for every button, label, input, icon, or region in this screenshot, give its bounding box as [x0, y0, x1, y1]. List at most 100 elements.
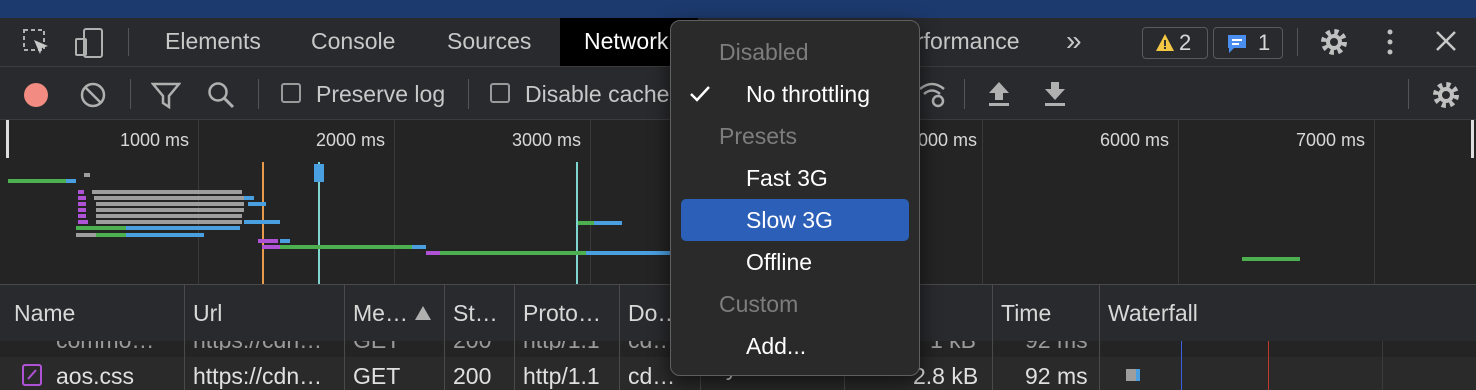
menu-item-fast-3g[interactable]: Fast 3G [671, 157, 919, 199]
separator [258, 79, 259, 109]
overview-right-handle[interactable] [1471, 120, 1474, 158]
row-time: 92 ms [1025, 341, 1088, 350]
request-bar [126, 233, 204, 237]
request-bar [314, 164, 324, 182]
request-bar [78, 208, 86, 212]
request-bar [96, 233, 126, 237]
filter-icon[interactable] [151, 81, 181, 109]
column-status[interactable]: St… [453, 285, 498, 341]
tick-label: 1000 ms [120, 130, 190, 150]
menu-header-presets: Presets [719, 123, 797, 149]
waterfall-bar [1126, 369, 1136, 381]
row-time: 92 ms [1025, 363, 1088, 389]
menu-item-no-throttling[interactable]: No throttling [671, 73, 919, 115]
close-icon[interactable] [1433, 28, 1459, 54]
row-status: 200 [453, 341, 491, 350]
menu-item-label: No throttling [746, 81, 871, 107]
request-bar [92, 190, 242, 194]
menu-item-add[interactable]: Add... [671, 325, 919, 367]
request-bar [84, 173, 90, 177]
preserve-log-label: Preserve log [316, 81, 446, 107]
disable-cache-checkbox[interactable] [490, 83, 510, 103]
row-protocol: http/1.1 [523, 341, 600, 350]
tab-elements[interactable]: Elements [165, 18, 261, 66]
request-bar [426, 251, 440, 255]
row-name: aos.css [56, 363, 134, 389]
messages-count: 1 [1258, 30, 1271, 55]
settings-gear-icon[interactable] [1318, 26, 1350, 58]
inspect-element-icon[interactable] [22, 28, 52, 58]
disable-cache-label: Disable cache [525, 81, 670, 107]
column-name[interactable]: Name [14, 285, 75, 341]
dom-content-loaded-line [1181, 341, 1182, 390]
request-bar [78, 220, 88, 224]
request-bar [280, 245, 412, 249]
css-file-icon [22, 364, 42, 386]
column-waterfall[interactable]: Waterfall [1108, 285, 1198, 341]
row-name: commo… [56, 341, 154, 350]
tick-label: 3000 ms [512, 130, 582, 150]
request-bar [244, 196, 254, 200]
network-settings-gear-icon[interactable] [1430, 79, 1462, 111]
tab-sources[interactable]: Sources [447, 18, 531, 66]
request-bar [78, 202, 86, 206]
column-method[interactable]: Me… [353, 285, 408, 341]
messages-badge[interactable]: 1 [1213, 27, 1283, 59]
column-time[interactable]: Time [1001, 285, 1051, 341]
separator [128, 28, 129, 56]
separator [130, 79, 131, 109]
tab-performance[interactable]: rformance [916, 18, 1020, 66]
row-domain: cd… [628, 341, 675, 350]
request-bar [126, 226, 240, 230]
checkmark-icon [690, 86, 710, 102]
grid-line [1374, 120, 1375, 284]
column-divider [992, 341, 993, 390]
warnings-badge[interactable]: 2 [1142, 27, 1208, 59]
row-size: 1 kB [930, 341, 976, 350]
tick-label: 7000 ms [1296, 130, 1366, 150]
window-top-strip [0, 0, 1476, 18]
separator [964, 79, 965, 109]
overview-left-handle[interactable] [6, 120, 9, 158]
row-protocol: http/1.1 [523, 363, 600, 389]
row-method: GET [353, 363, 401, 389]
request-bar [440, 251, 586, 255]
request-bar [258, 239, 278, 243]
request-bar [262, 245, 280, 249]
grid-line [394, 120, 395, 284]
preserve-log-checkbox[interactable] [281, 83, 301, 103]
column-divider [619, 341, 620, 390]
load-line [1268, 341, 1269, 390]
tab-console[interactable]: Console [311, 18, 395, 66]
export-har-icon[interactable] [1042, 80, 1068, 108]
grid-line [1178, 120, 1179, 284]
record-icon[interactable] [22, 81, 50, 109]
request-bar [594, 221, 622, 225]
search-icon[interactable] [206, 80, 236, 110]
tick-label: 000 ms [918, 130, 978, 150]
menu-item-offline[interactable]: Offline [671, 241, 919, 283]
row-status: 200 [453, 363, 492, 389]
row-url: https://cdn… [193, 363, 323, 389]
import-har-icon[interactable] [986, 80, 1012, 108]
network-conditions-icon[interactable] [918, 79, 946, 109]
column-url[interactable]: Url [193, 285, 222, 341]
request-bar [96, 208, 244, 212]
request-bar [586, 251, 670, 255]
request-bar [280, 239, 290, 243]
tick-label: 6000 ms [1100, 130, 1170, 150]
grid-line [590, 120, 591, 284]
menu-item-slow-3g[interactable]: Slow 3G [681, 199, 909, 241]
row-url: https://cdn… [193, 341, 322, 350]
request-bar [76, 233, 96, 237]
more-options-icon[interactable] [1382, 26, 1398, 58]
request-bar [78, 214, 86, 218]
waterfall-bar [1136, 369, 1140, 381]
clear-icon[interactable] [79, 81, 107, 109]
request-bar [1242, 257, 1300, 261]
device-toolbar-icon[interactable] [74, 27, 106, 59]
message-icon [1228, 35, 1246, 53]
column-protocol[interactable]: Proto… [523, 285, 601, 341]
tick-label: 2000 ms [316, 130, 386, 150]
more-tabs-icon[interactable]: » [1066, 18, 1082, 66]
